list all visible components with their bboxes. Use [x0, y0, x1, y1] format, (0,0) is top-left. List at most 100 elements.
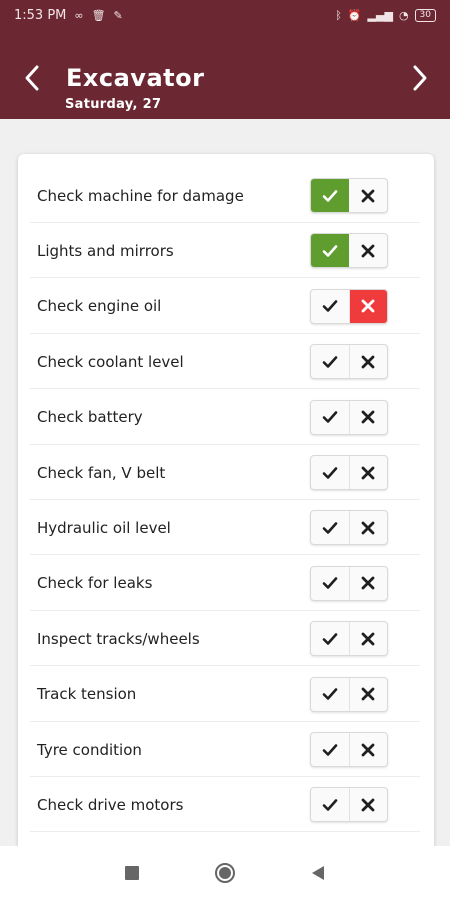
- pass-fail-toggle: [310, 621, 388, 657]
- checklist-item-label: Check for leaks: [37, 574, 153, 593]
- pass-button[interactable]: [311, 456, 349, 489]
- x-icon: [361, 632, 375, 646]
- fail-button[interactable]: [348, 788, 388, 822]
- check-icon: [322, 632, 338, 645]
- checklist-item-label: Inspect tracks/wheels: [37, 629, 200, 648]
- checklist-card: Check machine for damage Lights and mirro…: [18, 154, 434, 874]
- pass-button[interactable]: [311, 788, 349, 821]
- pass-fail-toggle: [310, 178, 388, 213]
- pass-fail-toggle: [310, 787, 388, 823]
- trash-icon: 🗑: [91, 8, 106, 22]
- pass-button[interactable]: [311, 733, 349, 766]
- checklist-row: Check engine oil: [18, 279, 434, 334]
- checklist-row: Check machine for damage: [18, 168, 434, 223]
- checklist-row: Check coolant level: [18, 334, 434, 390]
- back-button[interactable]: [288, 846, 348, 900]
- pass-fail-toggle: [310, 344, 388, 380]
- check-icon: [322, 799, 338, 811]
- pass-button[interactable]: [311, 567, 349, 600]
- x-icon: [361, 244, 375, 258]
- alarm-icon: ⏰: [347, 8, 362, 22]
- fail-button[interactable]: [349, 234, 387, 267]
- fail-button[interactable]: [348, 345, 388, 379]
- checklist-row: Check fan, V belt: [18, 445, 434, 500]
- x-icon: [361, 798, 375, 812]
- circle-icon: [215, 863, 235, 883]
- checklist-row: Check battery: [18, 390, 434, 445]
- pass-button[interactable]: [311, 234, 349, 268]
- x-icon: [361, 466, 375, 479]
- battery-icon: 30: [414, 8, 436, 22]
- pass-button[interactable]: [311, 511, 349, 544]
- fail-button[interactable]: [348, 511, 388, 545]
- checklist-item-label: Hydraulic oil level: [37, 518, 171, 537]
- checklist-row: Track tension: [18, 667, 434, 722]
- fail-button[interactable]: [348, 456, 388, 489]
- check-icon: [322, 411, 338, 423]
- pass-button[interactable]: [311, 179, 349, 212]
- fail-button[interactable]: [348, 289, 387, 323]
- x-icon: [361, 743, 375, 756]
- x-icon: [361, 410, 375, 424]
- check-icon: [322, 743, 338, 756]
- fail-button[interactable]: [348, 622, 388, 656]
- fail-button[interactable]: [348, 677, 388, 711]
- pass-fail-toggle: [310, 288, 388, 324]
- check-icon: [322, 522, 338, 534]
- checklist-item-label: Check coolant level: [37, 352, 184, 371]
- check-icon: [322, 300, 338, 313]
- next-day-button[interactable]: [402, 58, 438, 98]
- page-title: Excavator: [66, 64, 205, 92]
- home-button[interactable]: [195, 846, 255, 900]
- recents-button[interactable]: [102, 846, 162, 900]
- x-icon: [361, 355, 375, 369]
- notification-icon: ✎: [113, 8, 123, 22]
- x-icon: [361, 687, 375, 701]
- checklist-item-label: Lights and mirrors: [37, 241, 174, 260]
- checklist-item-label: Track tension: [37, 685, 137, 704]
- check-icon: [322, 688, 338, 700]
- chevron-left-icon: [25, 65, 39, 91]
- fail-button[interactable]: [348, 400, 388, 434]
- square-icon: [125, 866, 139, 880]
- checklist-row: Check drive motors: [18, 777, 434, 833]
- x-icon: [361, 576, 375, 590]
- pass-button[interactable]: [311, 678, 349, 711]
- signal-icon: ▂▄▆: [367, 8, 393, 22]
- checklist-row: Lights and mirrors: [18, 223, 434, 279]
- pass-button[interactable]: [311, 622, 349, 655]
- pass-button[interactable]: [311, 290, 349, 323]
- bluetooth-icon: ᛒ: [335, 8, 342, 22]
- system-nav-bar: [0, 846, 450, 900]
- status-bar: 1:53 PM ∞ 🗑 ✎ ᛒ ⏰ ▂▄▆ ◔ 30: [0, 0, 450, 30]
- fail-button[interactable]: [348, 566, 388, 600]
- fail-button[interactable]: [349, 179, 387, 212]
- pass-fail-toggle: [310, 455, 388, 490]
- x-icon: [361, 299, 375, 313]
- pass-button[interactable]: [311, 401, 349, 434]
- pass-fail-toggle: [310, 565, 388, 601]
- pass-fail-toggle: [310, 510, 388, 546]
- check-icon: [322, 577, 338, 590]
- status-time: 1:53 PM: [14, 7, 67, 23]
- wifi-icon: ◔: [398, 8, 409, 22]
- x-icon: [361, 189, 375, 202]
- voicemail-icon: ∞: [74, 8, 84, 22]
- checklist-row: Tyre condition: [18, 722, 434, 777]
- checklist-item-label: Check engine oil: [37, 297, 162, 316]
- checklist-row: Hydraulic oil level: [18, 500, 434, 556]
- fail-button[interactable]: [348, 733, 388, 766]
- checklist-row: Inspect tracks/wheels: [18, 611, 434, 667]
- check-icon: [322, 466, 338, 479]
- pass-button[interactable]: [311, 345, 349, 378]
- page-date: Saturday, 27: [65, 97, 162, 112]
- previous-day-button[interactable]: [14, 58, 50, 98]
- check-icon: [322, 189, 338, 202]
- checklist-item-label: Check battery: [37, 408, 143, 427]
- checklist-item-label: Check machine for damage: [37, 186, 244, 205]
- app-header: Excavator Saturday, 27: [0, 30, 450, 119]
- triangle-back-icon: [312, 866, 324, 880]
- chevron-right-icon: [413, 65, 427, 91]
- pass-fail-toggle: [310, 732, 388, 767]
- checklist-row: Check for leaks: [18, 556, 434, 611]
